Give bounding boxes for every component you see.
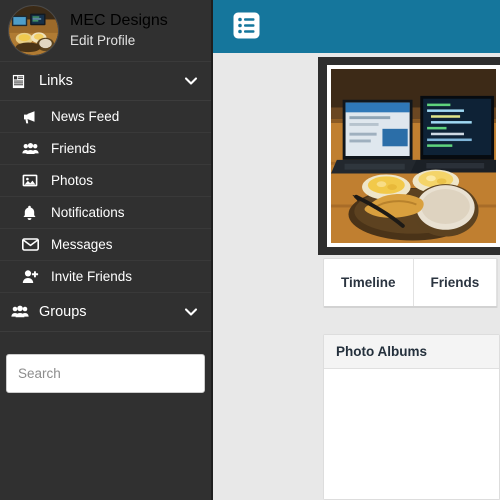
edit-profile-link[interactable]: Edit Profile [70, 33, 168, 50]
sidebar-item-news-feed[interactable]: News Feed [0, 101, 211, 133]
sidebar-section-links[interactable]: Links [0, 62, 211, 101]
app-root: MEC Designs Edit Profile Links News Feed… [0, 0, 500, 500]
envelope-icon [22, 238, 46, 251]
cover-photo[interactable] [327, 65, 500, 247]
megaphone-icon [22, 109, 46, 125]
user-avatar-photo [9, 6, 58, 55]
user-plus-icon [22, 269, 46, 284]
photo-albums-body [324, 369, 499, 499]
sidebar-item-label: Invite Friends [51, 269, 133, 284]
sidebar: MEC Designs Edit Profile Links News Feed… [0, 0, 213, 500]
profile-column: Timeline Friends Photo Albums [318, 53, 500, 500]
sidebar-item-label: Photos [51, 173, 94, 188]
cover-photo-frame [318, 57, 500, 255]
sidebar-item-label: Messages [51, 237, 113, 252]
sidebar-item-label: Friends [51, 141, 97, 156]
bell-icon [22, 205, 46, 221]
profile-text: MEC Designs Edit Profile [70, 11, 168, 50]
sidebar-item-photos[interactable]: Photos [0, 165, 211, 197]
chevron-down-icon[interactable] [183, 73, 199, 89]
sidebar-item-notifications[interactable]: Notifications [0, 197, 211, 229]
main-content: Timeline Friends Photo Albums [213, 53, 500, 500]
sidebar-item-messages[interactable]: Messages [0, 229, 211, 261]
sidebar-item-label: Notifications [51, 205, 125, 220]
sidebar-item-friends[interactable]: Friends [0, 133, 211, 165]
links-book-icon [11, 74, 33, 89]
search-input[interactable] [6, 354, 205, 393]
profile-header[interactable]: MEC Designs Edit Profile [0, 0, 211, 62]
users-group-icon [11, 304, 33, 320]
photo-albums-title: Photo Albums [324, 335, 499, 369]
sidebar-section-links-label: Links [39, 73, 73, 89]
sidebar-item-invite-friends[interactable]: Invite Friends [0, 261, 211, 293]
profile-tabs: Timeline Friends [323, 258, 499, 308]
profile-name: MEC Designs [70, 12, 168, 30]
photo-image-icon [22, 173, 46, 188]
sidebar-item-label: News Feed [51, 109, 120, 124]
tab-timeline[interactable]: Timeline [324, 259, 414, 306]
list-menu-icon[interactable] [230, 9, 263, 42]
photo-albums-panel: Photo Albums [323, 334, 500, 500]
cover-photo-laptops-food [331, 69, 496, 243]
tab-friends[interactable]: Friends [414, 259, 498, 306]
users-group-icon [22, 141, 46, 157]
sidebar-section-groups-label: Groups [39, 304, 87, 320]
sidebar-section-groups[interactable]: Groups [0, 293, 211, 332]
chevron-down-icon[interactable] [183, 304, 199, 320]
avatar[interactable] [8, 5, 59, 56]
top-header-bar [213, 0, 500, 53]
search-container [0, 354, 211, 393]
